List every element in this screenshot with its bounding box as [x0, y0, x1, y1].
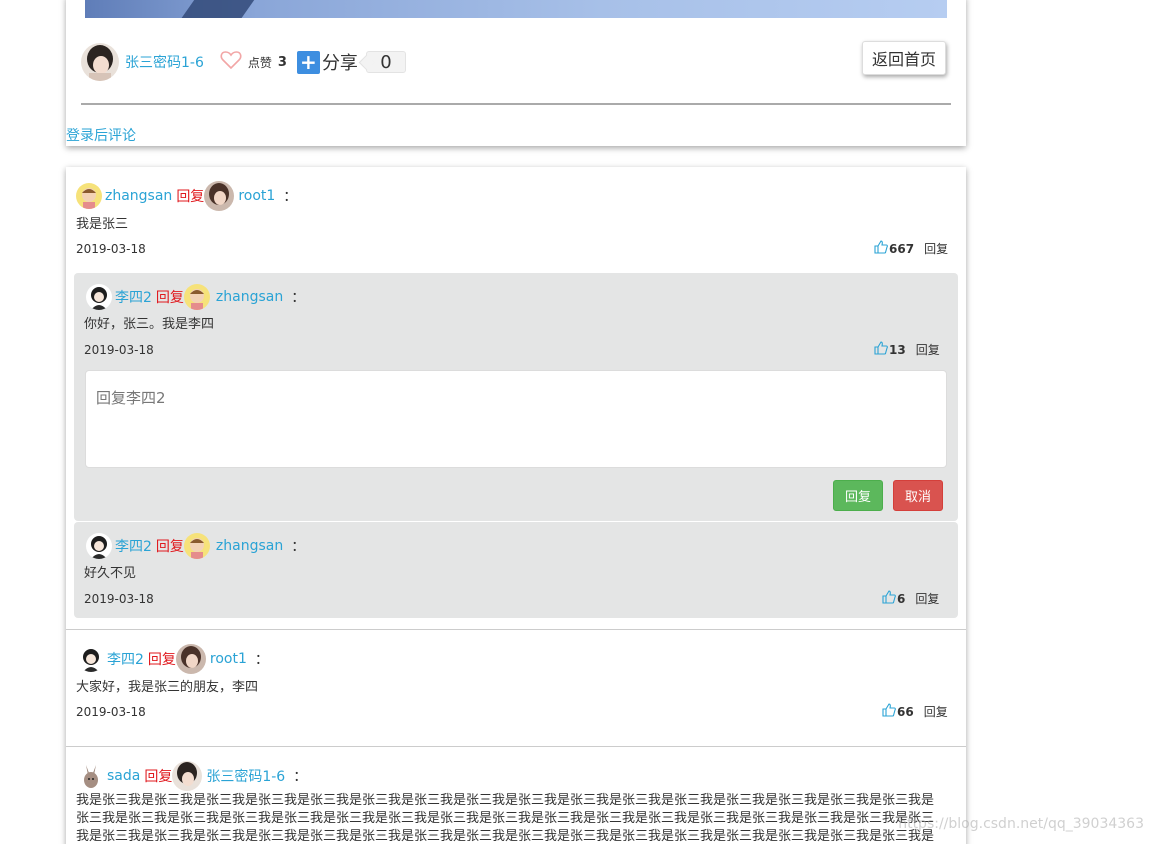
- comment-divider: [66, 629, 966, 630]
- like-label[interactable]: 点赞: [248, 54, 272, 71]
- reply-word: 回复: [155, 539, 184, 555]
- target-avatar[interactable]: [175, 644, 206, 674]
- comment-user-link[interactable]: 李四2: [115, 536, 152, 556]
- watermark-text: https://blog.csdn.net/qq_39034363: [898, 816, 1144, 832]
- reply-word: 回复: [147, 652, 176, 668]
- reply-link[interactable]: 回复: [924, 703, 948, 720]
- share-count-badge: 0: [365, 51, 406, 73]
- user-avatar[interactable]: [86, 533, 112, 559]
- back-home-button[interactable]: 返回首页: [862, 41, 946, 75]
- comment-date: 2019-03-18: [84, 343, 154, 357]
- user-avatar[interactable]: [78, 763, 104, 789]
- submit-reply-button[interactable]: 回复: [833, 480, 883, 511]
- like-count: 667: [889, 241, 915, 256]
- thumbs-up-icon[interactable]: [874, 341, 888, 358]
- comment-text: 你好，张三。我是李四: [84, 317, 215, 332]
- comment-user-link[interactable]: zhangsan: [105, 188, 172, 204]
- comment-date: 2019-03-18: [76, 705, 146, 719]
- sub-comment-box: 李四2 回复 zhangsan ： 好久不见 2019-03-18 6 回复: [74, 522, 958, 618]
- author-avatar[interactable]: [81, 43, 119, 81]
- like-count: 3: [277, 54, 287, 70]
- comment-divider: [66, 746, 966, 747]
- like-count: 66: [897, 704, 914, 719]
- comment-header: 李四2 回复 zhangsan ：: [86, 531, 305, 561]
- article-card: 张三密码1-6 点赞 3 + 分享 0 返回首页 登录后评论: [66, 0, 966, 146]
- comment-target-link[interactable]: root1: [210, 651, 247, 667]
- reply-word: 回复: [176, 189, 205, 205]
- comment-target-link[interactable]: 张三密码1-6: [206, 766, 285, 786]
- reply-word: 回复: [144, 769, 173, 785]
- comment-colon: ：: [291, 539, 306, 555]
- comment-text: 好久不见: [84, 566, 137, 581]
- comment-header: zhangsan 回复 root1 ：: [76, 181, 297, 211]
- comment-colon: ：: [293, 769, 308, 785]
- divider: [81, 103, 951, 105]
- comment-user-link[interactable]: sada: [107, 768, 140, 784]
- comment-user-link[interactable]: 李四2: [115, 287, 152, 307]
- comment-date: 2019-03-18: [84, 592, 154, 606]
- comment-text: 我是张三: [76, 217, 129, 232]
- comment-text: 大家好，我是张三的朋友，李四: [76, 680, 259, 695]
- cancel-reply-button[interactable]: 取消: [893, 480, 943, 511]
- article-meta-row: 张三密码1-6 点赞 3 + 分享 0: [81, 42, 406, 82]
- comment-actions: 13 回复: [874, 341, 940, 358]
- comments-card: zhangsan 回复 root1 ： 我是张三 2019-03-18 667 …: [66, 167, 966, 844]
- comment-header: 李四2 回复 root1 ：: [78, 644, 269, 674]
- user-avatar[interactable]: [76, 183, 102, 209]
- comment-colon: ：: [283, 189, 298, 205]
- like-count: 13: [889, 342, 906, 357]
- share-label[interactable]: 分享: [322, 49, 358, 75]
- user-avatar[interactable]: [78, 646, 104, 672]
- login-to-comment-link[interactable]: 登录后评论: [66, 125, 136, 145]
- comment-actions: 66 回复: [882, 703, 948, 720]
- target-avatar[interactable]: [172, 761, 203, 791]
- sub-comment-box: 李四2 回复 zhangsan ： 你好，张三。我是李四 2019-03-18 …: [74, 273, 958, 521]
- reply-textarea[interactable]: 回复李四2: [85, 370, 947, 468]
- comment-date: 2019-03-18: [76, 242, 146, 256]
- user-avatar[interactable]: [86, 284, 112, 310]
- comment-target-link[interactable]: zhangsan: [216, 538, 283, 554]
- target-avatar[interactable]: [183, 533, 210, 559]
- article-banner-image: [85, 0, 947, 18]
- comment-target-link[interactable]: zhangsan: [216, 289, 283, 305]
- comment-colon: ：: [291, 290, 306, 306]
- reply-link[interactable]: 回复: [915, 590, 939, 607]
- target-avatar[interactable]: [204, 181, 235, 211]
- comment-colon: ：: [254, 652, 269, 668]
- like-count: 6: [897, 591, 906, 606]
- thumbs-up-icon[interactable]: [882, 590, 896, 607]
- target-avatar[interactable]: [183, 284, 210, 310]
- share-plus-icon[interactable]: +: [296, 50, 320, 74]
- comment-text: 我是张三我是张三我是张三我是张三我是张三我是张三我是张三我是张三我是张三我是张三…: [76, 793, 935, 844]
- reply-word: 回复: [155, 290, 184, 306]
- comment-header: sada 回复 张三密码1-6 ：: [78, 761, 307, 791]
- comment-target-link[interactable]: root1: [238, 188, 275, 204]
- thumbs-up-icon[interactable]: [874, 240, 888, 257]
- comment-actions: 667 回复: [874, 240, 948, 257]
- heart-icon[interactable]: [220, 50, 242, 74]
- thumbs-up-icon[interactable]: [882, 703, 896, 720]
- author-name-link[interactable]: 张三密码1-6: [125, 52, 204, 72]
- reply-link[interactable]: 回复: [916, 341, 940, 358]
- comment-user-link[interactable]: 李四2: [107, 649, 144, 669]
- comment-actions: 6 回复: [882, 590, 939, 607]
- reply-link[interactable]: 回复: [924, 240, 948, 257]
- comment-header: 李四2 回复 zhangsan ：: [86, 282, 305, 312]
